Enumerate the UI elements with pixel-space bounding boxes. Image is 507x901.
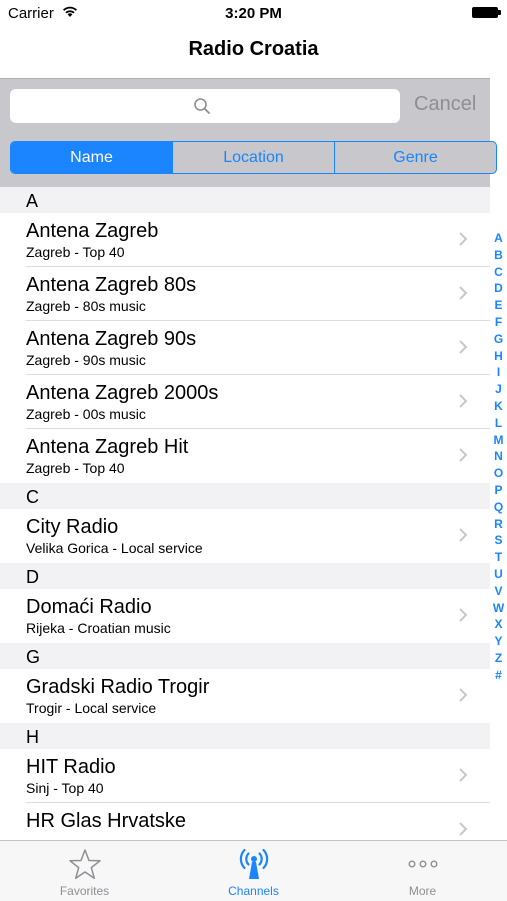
index-letter[interactable]: X bbox=[494, 616, 502, 633]
list-item[interactable]: HIT Radio Sinj - Top 40 bbox=[0, 749, 490, 803]
chevron-right-icon bbox=[459, 340, 468, 354]
section-header-a: A bbox=[0, 187, 490, 213]
index-letter[interactable]: J bbox=[495, 381, 502, 398]
list-item[interactable]: Antena Zagreb 90s Zagreb - 90s music bbox=[0, 321, 490, 375]
station-list: A Antena Zagreb Zagreb - Top 40 Antena Z… bbox=[0, 187, 490, 857]
station-subtitle: Zagreb - Top 40 bbox=[26, 460, 125, 476]
chevron-right-icon bbox=[459, 232, 468, 246]
tab-label: More bbox=[408, 884, 437, 898]
tab-label: Channels bbox=[228, 884, 279, 898]
antenna-icon bbox=[239, 848, 268, 879]
section-index-bar[interactable]: A B C D E F G H I J K L M N O P Q R S T U V W X Y Z # bbox=[490, 230, 507, 684]
tab-bar: Favorites Channels More bbox=[0, 840, 507, 901]
index-letter[interactable]: M bbox=[494, 432, 504, 449]
search-icon bbox=[194, 98, 210, 114]
section-header-d: D bbox=[0, 563, 490, 589]
station-subtitle: Zagreb - 00s music bbox=[26, 406, 146, 422]
index-letter[interactable]: U bbox=[494, 566, 503, 583]
search-input[interactable] bbox=[10, 89, 400, 123]
status-time: 3:20 PM bbox=[225, 5, 282, 22]
list-item[interactable]: Antena Zagreb Zagreb - Top 40 bbox=[0, 213, 490, 267]
index-letter[interactable]: W bbox=[493, 600, 504, 617]
index-letter[interactable]: G bbox=[494, 331, 503, 348]
chevron-right-icon bbox=[459, 448, 468, 462]
chevron-right-icon bbox=[459, 768, 468, 782]
list-item[interactable]: Antena Zagreb 80s Zagreb - 80s music bbox=[0, 267, 490, 321]
segment-name[interactable]: Name bbox=[11, 142, 173, 173]
index-letter[interactable]: S bbox=[494, 532, 502, 549]
index-letter[interactable]: E bbox=[494, 297, 502, 314]
battery-tip bbox=[498, 10, 501, 15]
station-subtitle: Zagreb - 90s music bbox=[26, 352, 146, 368]
station-title: Antena Zagreb bbox=[26, 220, 159, 242]
section-header-h: H bbox=[0, 723, 490, 749]
section-header-g: G bbox=[0, 643, 490, 669]
index-letter[interactable]: Y bbox=[494, 633, 502, 650]
star-icon bbox=[68, 849, 101, 880]
index-letter[interactable]: Z bbox=[495, 650, 502, 667]
station-title: Antena Zagreb 2000s bbox=[26, 382, 219, 404]
chevron-right-icon bbox=[459, 394, 468, 408]
chevron-right-icon bbox=[459, 608, 468, 622]
station-subtitle: Zagreb - 80s music bbox=[26, 298, 146, 314]
battery-icon bbox=[472, 7, 498, 18]
station-subtitle: Rijeka - Croatian music bbox=[26, 620, 171, 636]
index-letter[interactable]: T bbox=[495, 549, 502, 566]
index-letter[interactable]: K bbox=[494, 398, 503, 415]
segment-genre[interactable]: Genre bbox=[335, 142, 496, 173]
tab-more[interactable]: More bbox=[338, 841, 507, 901]
search-area: Cancel Name Location Genre bbox=[0, 78, 497, 187]
index-letter[interactable]: V bbox=[494, 583, 502, 600]
index-letter[interactable]: O bbox=[494, 465, 503, 482]
station-title: Antena Zagreb 90s bbox=[26, 328, 197, 350]
page-title: Radio Croatia bbox=[188, 38, 319, 60]
list-item[interactable]: City Radio Velika Gorica - Local service bbox=[0, 509, 490, 563]
station-subtitle: Sinj - Top 40 bbox=[26, 780, 104, 796]
tab-favorites[interactable]: Favorites bbox=[0, 841, 169, 901]
more-icon bbox=[408, 860, 438, 868]
station-title: HIT Radio bbox=[26, 756, 116, 778]
index-letter[interactable]: H bbox=[494, 348, 503, 365]
index-letter[interactable]: R bbox=[494, 516, 503, 533]
chevron-right-icon bbox=[459, 286, 468, 300]
index-letter[interactable]: L bbox=[495, 415, 502, 432]
index-letter[interactable]: B bbox=[494, 247, 503, 264]
station-title: Domaći Radio bbox=[26, 596, 152, 618]
list-item[interactable]: Antena Zagreb 2000s Zagreb - 00s music bbox=[0, 375, 490, 429]
cancel-button[interactable]: Cancel bbox=[414, 93, 476, 116]
chevron-right-icon bbox=[459, 688, 468, 702]
index-letter[interactable]: C bbox=[494, 264, 503, 281]
index-letter[interactable]: # bbox=[495, 667, 502, 684]
index-letter[interactable]: I bbox=[497, 364, 500, 381]
index-letter[interactable]: A bbox=[494, 230, 503, 247]
list-item[interactable]: Antena Zagreb Hit Zagreb - Top 40 bbox=[0, 429, 490, 483]
index-letter[interactable]: N bbox=[494, 448, 503, 465]
tab-label: Favorites bbox=[59, 884, 110, 898]
station-subtitle: Velika Gorica - Local service bbox=[26, 540, 203, 556]
station-title: Gradski Radio Trogir bbox=[26, 676, 210, 698]
station-title: HR Glas Hrvatske bbox=[26, 810, 187, 832]
list-item[interactable]: Domaći Radio Rijeka - Croatian music bbox=[0, 589, 490, 643]
index-letter[interactable]: D bbox=[494, 280, 503, 297]
station-title: Antena Zagreb 80s bbox=[26, 274, 197, 296]
station-title: City Radio bbox=[26, 516, 119, 538]
station-subtitle: Zagreb - Top 40 bbox=[26, 244, 125, 260]
index-letter[interactable]: P bbox=[494, 482, 502, 499]
chevron-right-icon bbox=[459, 528, 468, 542]
chevron-right-icon bbox=[459, 822, 468, 836]
station-title: Antena Zagreb Hit bbox=[26, 436, 189, 458]
index-letter[interactable]: F bbox=[495, 314, 502, 331]
tab-channels[interactable]: Channels bbox=[169, 841, 338, 901]
segment-location[interactable]: Location bbox=[173, 142, 335, 173]
section-header-c: C bbox=[0, 483, 490, 509]
status-bar: Carrier 3:20 PM bbox=[0, 0, 507, 28]
index-letter[interactable]: Q bbox=[494, 499, 503, 516]
sort-segmented-control: Name Location Genre bbox=[10, 141, 497, 174]
list-item[interactable]: Gradski Radio Trogir Trogir - Local serv… bbox=[0, 669, 490, 723]
station-subtitle: Trogir - Local service bbox=[26, 700, 157, 716]
